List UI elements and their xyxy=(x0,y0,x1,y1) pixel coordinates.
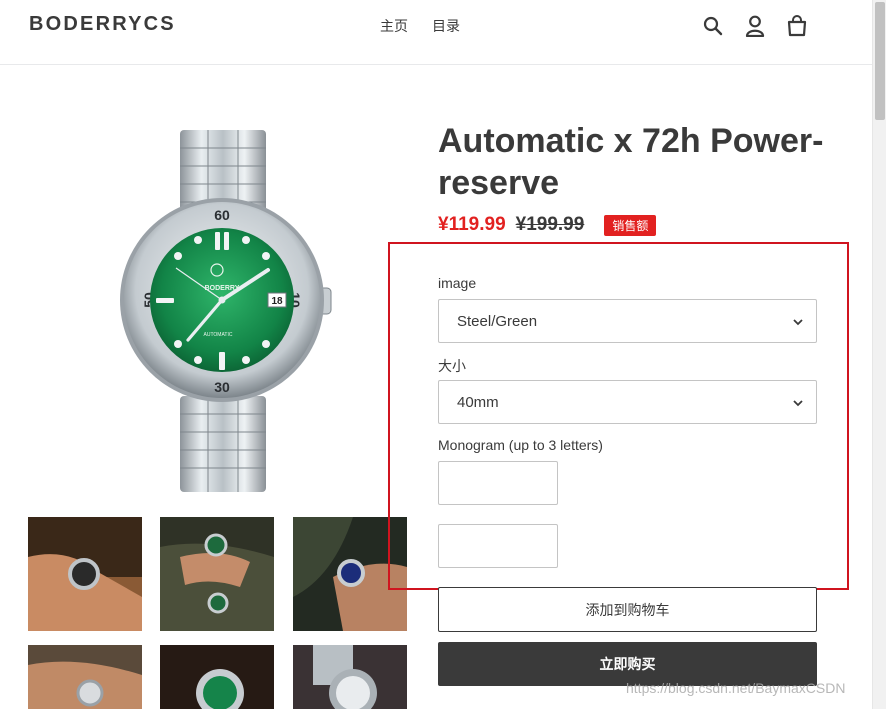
sale-badge: 销售额 xyxy=(604,214,657,236)
image-select[interactable]: Steel/Green xyxy=(438,299,817,343)
thumbnail-4[interactable] xyxy=(28,645,142,709)
site-header: BODERRYCS 主页 目录 xyxy=(0,0,872,65)
image-select-value: Steel/Green xyxy=(457,312,538,330)
image-option-label: image xyxy=(438,275,477,291)
watch-dial-text: AUTOMATIC xyxy=(204,332,233,338)
svg-text:30: 30 xyxy=(214,379,230,395)
monogram-input-2[interactable] xyxy=(438,524,558,568)
search-icon[interactable] xyxy=(702,14,724,38)
product-title: Automatic x 72h Power-reserve xyxy=(438,122,824,202)
size-select-value: 40mm xyxy=(457,393,499,411)
svg-text:60: 60 xyxy=(214,207,230,223)
size-option-label: 大小 xyxy=(438,358,466,374)
watermark: https://blog.csdn.net/BaymaxCSDN xyxy=(626,680,846,696)
nav-catalog[interactable]: 目录 xyxy=(432,16,460,36)
nav-home[interactable]: 主页 xyxy=(380,16,408,36)
price-row: ¥119.99 ¥199.99 销售额 xyxy=(438,214,657,236)
main-nav: 主页 目录 xyxy=(380,16,460,36)
thumbnail-3[interactable] xyxy=(293,517,407,631)
sale-price: ¥119.99 xyxy=(438,214,506,235)
watch-date: 18 xyxy=(271,296,283,307)
cart-icon[interactable] xyxy=(786,14,808,38)
monogram-input[interactable] xyxy=(438,461,558,505)
header-icons xyxy=(702,14,808,38)
thumbnail-5[interactable] xyxy=(160,645,274,709)
chevron-down-icon xyxy=(792,396,804,413)
page-scrollbar[interactable] xyxy=(872,0,886,709)
thumbnail-6[interactable] xyxy=(293,645,407,709)
account-icon[interactable] xyxy=(744,14,766,38)
scrollbar-thumb[interactable] xyxy=(875,2,885,120)
size-select[interactable]: 40mm xyxy=(438,380,817,424)
compare-price: ¥199.99 xyxy=(515,214,585,235)
thumbnail-1[interactable] xyxy=(28,517,142,631)
add-to-cart-button[interactable]: 添加到购物车 xyxy=(438,587,817,632)
monogram-label: Monogram (up to 3 letters) xyxy=(438,437,603,453)
chevron-down-icon xyxy=(792,315,804,332)
site-logo[interactable]: BODERRYCS xyxy=(29,13,176,36)
main-product-image[interactable]: 60 30 50 10 18 BODERRY AUTOMATIC xyxy=(118,128,336,494)
thumbnail-2[interactable] xyxy=(160,517,274,631)
